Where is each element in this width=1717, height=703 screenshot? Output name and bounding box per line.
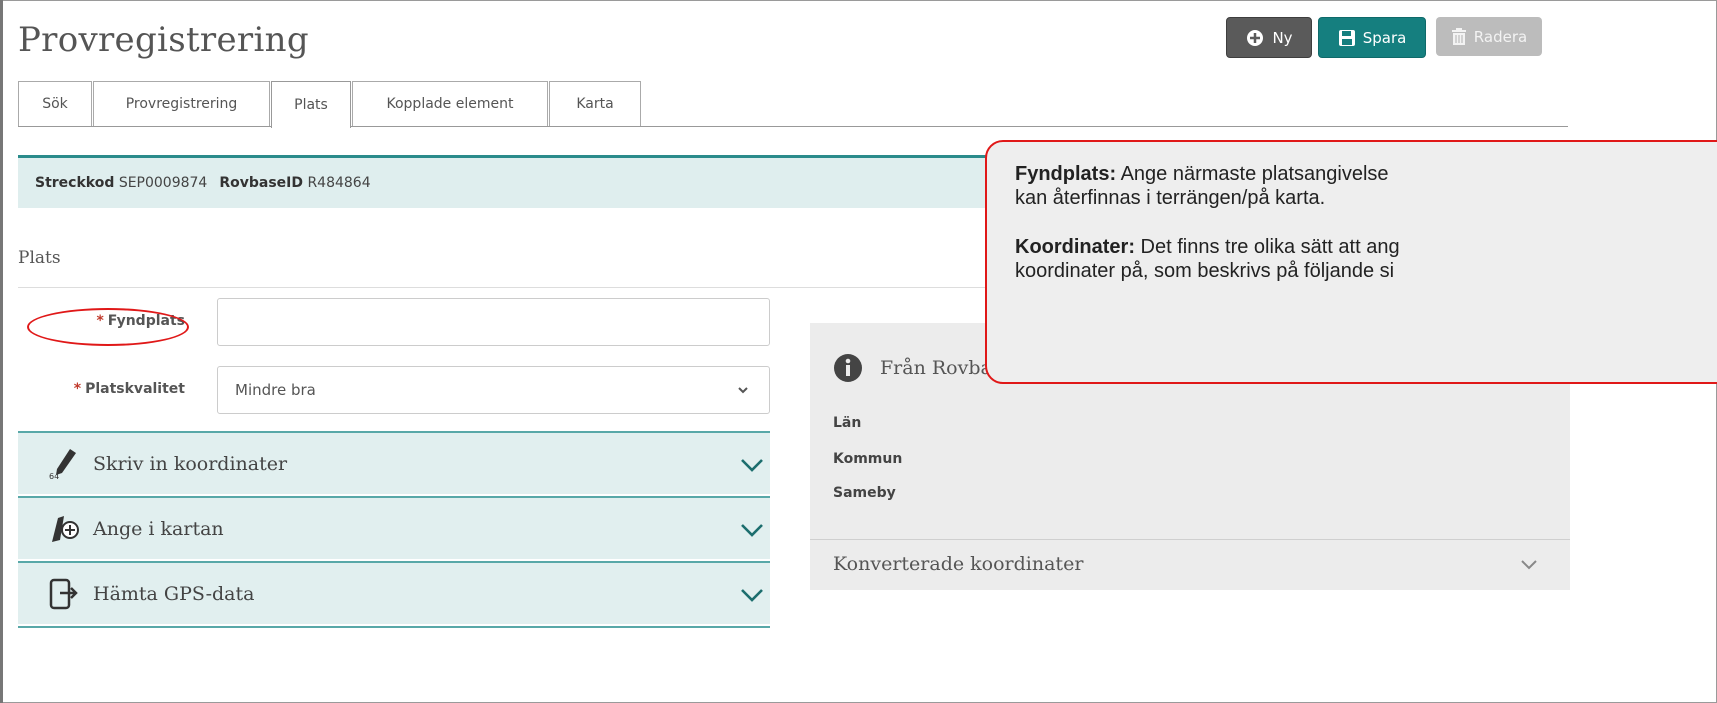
fyndplats-input[interactable] [217, 298, 770, 346]
accordion-label: Hämta GPS-data [93, 582, 255, 605]
required-marker: * [73, 381, 82, 397]
converted-coordinates-toggle[interactable]: Konverterade koordinater [833, 553, 1083, 575]
platskvalitet-label: * Platskvalitet [35, 381, 185, 397]
trash-icon [1451, 27, 1466, 45]
tab-plats[interactable]: Plats [271, 81, 351, 128]
callout-text: Det finns tre olika sätt att ang [1135, 236, 1400, 258]
callout-term-fyndplats: Fyndplats: [1015, 163, 1117, 185]
svg-text:64: 64 [49, 472, 59, 481]
pencil-64-icon: 64 [49, 449, 76, 481]
fyndplats-label-text: Fyndplats [107, 313, 185, 329]
tab-bar: Sök Provregistrering Plats Kopplade elem… [18, 80, 1568, 128]
sameby-label: Sameby [833, 485, 896, 501]
tab-karta[interactable]: Karta [549, 81, 641, 126]
section-title: Plats [18, 248, 61, 268]
accordion-hamta-gps-data[interactable]: Hämta GPS-data [18, 561, 770, 624]
save-button-label: Spara [1362, 28, 1407, 47]
accordion-label: Ange i kartan [93, 517, 224, 540]
platskvalitet-select[interactable]: Mindre bra [217, 366, 770, 414]
rovbase-label: RovbaseID [219, 175, 303, 191]
new-button[interactable]: Ny [1226, 17, 1312, 58]
callout-line: kan återfinnas i terrängen/på karta. [1015, 187, 1326, 209]
accordion-skriv-in-koordinater[interactable]: 64 Skriv in koordinater [18, 431, 770, 494]
accordion-label: Skriv in koordinater [93, 452, 288, 475]
required-marker: * [96, 313, 104, 329]
fyndplats-label: * Fyndplats [40, 313, 185, 329]
tab-kopplade-element[interactable]: Kopplade element [352, 81, 548, 126]
chevron-down-icon [741, 459, 763, 472]
new-button-label: Ny [1272, 28, 1293, 47]
callout-line: Koordinater: Det finns tre olika sätt at… [1015, 235, 1717, 259]
barcode-label: Streckkod [35, 175, 115, 191]
accordion-bottom-border [18, 626, 770, 628]
floppy-disk-icon [1338, 29, 1355, 46]
tab-provregistrering[interactable]: Provregistrering [93, 81, 270, 126]
info-panel-divider [810, 539, 1570, 540]
barcode-value: SEP0009874 [118, 175, 208, 191]
tab-bar-underline [18, 126, 1568, 127]
chevron-down-icon [1521, 560, 1537, 570]
window-edge [0, 0, 3, 703]
kommun-label: Kommun [833, 451, 903, 467]
callout-text: Ange närmaste platsangivelse [1116, 163, 1389, 185]
callout-line: Fyndplats: Ange närmaste platsangivelse [1015, 162, 1717, 186]
chevron-down-icon [741, 589, 763, 602]
delete-button[interactable]: Radera [1436, 17, 1542, 56]
callout-term-koordinater: Koordinater: [1015, 236, 1135, 258]
platskvalitet-label-text: Platskvalitet [85, 381, 185, 397]
new-document-icon [1247, 29, 1264, 46]
platskvalitet-selected: Mindre bra [235, 381, 316, 399]
tab-sok[interactable]: Sök [18, 81, 92, 126]
map-pin-add-icon [52, 516, 79, 542]
page-title: Provregistrering [18, 20, 309, 60]
rovbase-value: R484864 [307, 175, 371, 191]
info-icon [834, 354, 862, 382]
annotation-callout: Fyndplats: Ange närmaste platsangivelse … [985, 140, 1717, 384]
save-button[interactable]: Spara [1318, 17, 1426, 58]
chevron-down-icon [741, 524, 763, 537]
delete-button-label: Radera [1473, 27, 1528, 46]
lan-label: Län [833, 415, 862, 431]
phone-import-icon [49, 578, 78, 610]
chevron-down-icon [738, 387, 748, 394]
accordion-ange-i-kartan[interactable]: Ange i kartan [18, 496, 770, 559]
callout-line: koordinater på, som beskrivs på följande… [1015, 260, 1395, 282]
